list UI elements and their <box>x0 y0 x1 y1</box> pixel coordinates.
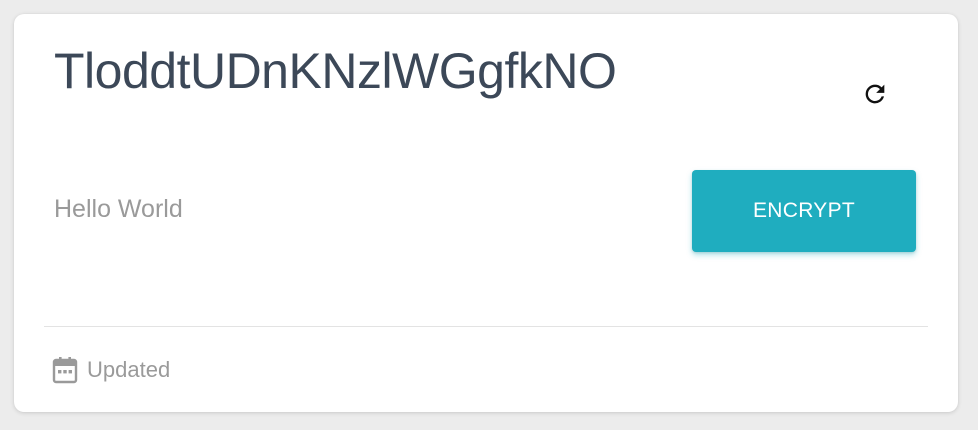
status-text: Updated <box>87 357 171 382</box>
refresh-icon <box>861 80 889 113</box>
message-text: Hello World <box>54 195 183 223</box>
refresh-button[interactable] <box>860 81 890 111</box>
card-title: TloddtUDnKNzlWGgfkNO <box>54 43 617 99</box>
encrypt-button[interactable]: ENCRYPT <box>692 170 916 252</box>
calendar-icon <box>52 356 78 384</box>
divider <box>44 326 928 327</box>
encrypt-card: TloddtUDnKNzlWGgfkNO Hello World ENCRYPT… <box>14 14 958 412</box>
card-footer: Updated <box>52 356 170 384</box>
